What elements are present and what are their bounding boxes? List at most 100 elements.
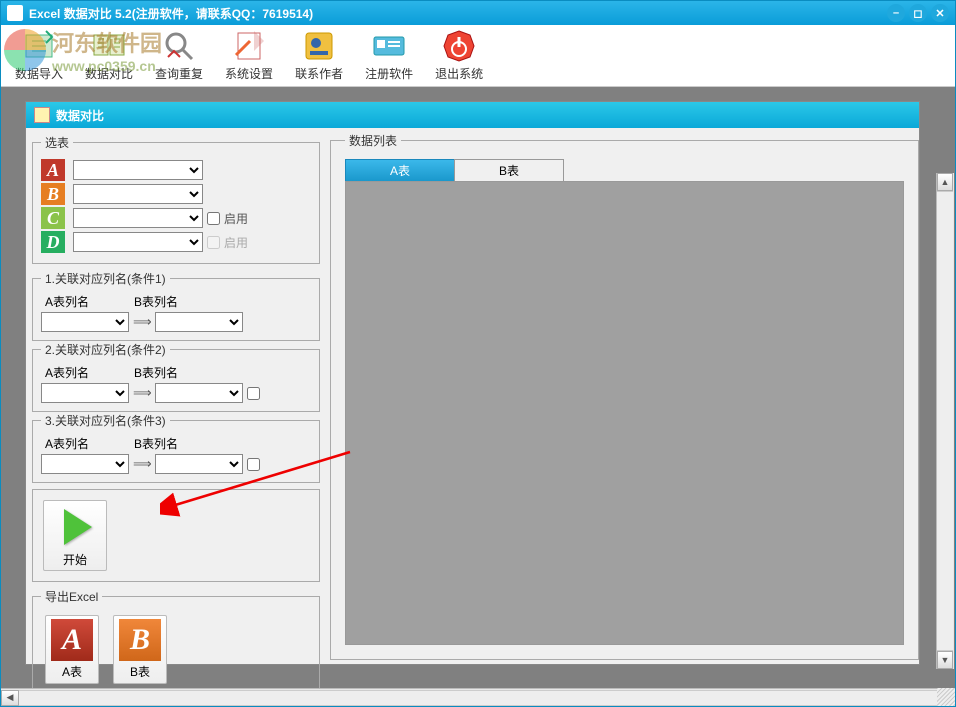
toolbar-label: 数据导入 bbox=[15, 65, 63, 82]
window-title: Excel 数据对比 5.2(注册软件，请联系QQ：7619514) bbox=[29, 5, 313, 22]
cond2-enable-checkbox[interactable] bbox=[247, 387, 260, 400]
b-col-label: B表列名 bbox=[134, 435, 178, 452]
right-panel: 数据列表 A表 B表 bbox=[326, 128, 919, 664]
table-b-select[interactable] bbox=[73, 184, 203, 204]
cond3-a-select[interactable] bbox=[41, 454, 129, 474]
table-row-a: A bbox=[41, 159, 311, 181]
maximize-button[interactable]: ◻ bbox=[909, 4, 927, 22]
toolbar-label: 联系作者 bbox=[295, 65, 343, 82]
enable-label: 启用 bbox=[224, 234, 248, 251]
horizontal-scrollbar[interactable]: ◀ ▶ bbox=[1, 688, 955, 706]
app-icon bbox=[7, 5, 23, 21]
toolbar-compare[interactable]: 数据对比 bbox=[81, 27, 137, 84]
table-row-b: B bbox=[41, 183, 311, 205]
a-col-label: A表列名 bbox=[45, 364, 89, 381]
letter-a-icon: A bbox=[41, 159, 65, 181]
cond1-b-select[interactable] bbox=[155, 312, 243, 332]
mdi-area: 数据对比 选表 ABC启用D启用 1.关联对应列名(条件1)A表列名B表列名⟹2… bbox=[1, 87, 955, 688]
condition-legend: 2.关联对应列名(条件2) bbox=[41, 341, 170, 358]
start-panel: 开始 bbox=[32, 489, 320, 582]
cond3-enable-checkbox[interactable] bbox=[247, 458, 260, 471]
titlebar: Excel 数据对比 5.2(注册软件，请联系QQ：7619514) – ◻ ✕ bbox=[1, 1, 955, 25]
contact-icon bbox=[302, 29, 336, 63]
letter-a-icon: A bbox=[51, 619, 93, 661]
cond1-a-select[interactable] bbox=[41, 312, 129, 332]
toolbar-settings[interactable]: 系统设置 bbox=[221, 27, 277, 84]
toolbar-register[interactable]: 注册软件 bbox=[361, 27, 417, 84]
condition-legend: 1.关联对应列名(条件1) bbox=[41, 270, 170, 287]
b-col-label: B表列名 bbox=[134, 364, 178, 381]
table-d-select[interactable] bbox=[73, 232, 203, 252]
table-c-select[interactable] bbox=[73, 208, 203, 228]
toolbar-label: 查询重复 bbox=[155, 65, 203, 82]
scroll-up-button[interactable]: ▲ bbox=[937, 173, 953, 191]
a-col-label: A表列名 bbox=[45, 293, 89, 310]
enable-d-checkbox[interactable] bbox=[207, 236, 220, 249]
scroll-track[interactable] bbox=[937, 191, 953, 651]
start-label: 开始 bbox=[63, 551, 87, 568]
data-list-group: 数据列表 A表 B表 bbox=[330, 132, 919, 660]
condition-1-group: 1.关联对应列名(条件1) A表列名 B表列名 ⟹ bbox=[32, 270, 320, 341]
letter-b-icon: B bbox=[119, 619, 161, 661]
arrow-icon: ⟹ bbox=[133, 385, 151, 401]
select-tables-group: 选表 ABC启用D 启用 bbox=[32, 134, 320, 264]
export-group: 导出Excel A A表 B B表 bbox=[32, 588, 320, 688]
scroll-down-button[interactable]: ▼ bbox=[937, 651, 953, 669]
resize-grip[interactable] bbox=[937, 688, 955, 706]
vertical-scrollbar[interactable]: ▲ ▼ bbox=[936, 173, 954, 669]
settings-icon bbox=[232, 29, 266, 63]
toolbar-label: 退出系统 bbox=[435, 65, 483, 82]
play-icon bbox=[64, 509, 92, 545]
scroll-left-button[interactable]: ◀ bbox=[1, 690, 19, 706]
export-a-label: A表 bbox=[62, 663, 82, 680]
condition-legend: 3.关联对应列名(条件3) bbox=[41, 412, 170, 429]
select-tables-legend: 选表 bbox=[41, 134, 73, 151]
export-legend: 导出Excel bbox=[41, 588, 102, 605]
inner-window-icon bbox=[34, 107, 50, 123]
exit-icon bbox=[442, 29, 476, 63]
condition-2-group: 2.关联对应列名(条件2) A表列名 B表列名 ⟹ bbox=[32, 341, 320, 412]
close-button[interactable]: ✕ bbox=[931, 4, 949, 22]
data-list-legend: 数据列表 bbox=[345, 132, 401, 149]
cond2-b-select[interactable] bbox=[155, 383, 243, 403]
table-a-select[interactable] bbox=[73, 160, 203, 180]
inner-window: 数据对比 选表 ABC启用D启用 1.关联对应列名(条件1)A表列名B表列名⟹2… bbox=[25, 101, 920, 665]
letter-d-icon: D bbox=[41, 231, 65, 253]
b-col-label: B表列名 bbox=[134, 293, 178, 310]
a-col-label: A表列名 bbox=[45, 435, 89, 452]
inner-titlebar: 数据对比 bbox=[26, 102, 919, 128]
toolbar-label: 数据对比 bbox=[85, 65, 133, 82]
tab-b[interactable]: B表 bbox=[454, 159, 564, 181]
cond3-b-select[interactable] bbox=[155, 454, 243, 474]
table-row-d: D 启用 bbox=[41, 231, 311, 253]
toolbar-exit[interactable]: 退出系统 bbox=[431, 27, 487, 84]
inner-window-title: 数据对比 bbox=[56, 107, 104, 124]
scroll-track[interactable] bbox=[19, 690, 937, 706]
table-row-c: C启用 bbox=[41, 207, 311, 229]
tab-a[interactable]: A表 bbox=[345, 159, 455, 181]
arrow-icon: ⟹ bbox=[133, 314, 151, 330]
toolbar: 数据导入 数据对比 查询重复 系统设置 联系作者 bbox=[1, 25, 955, 87]
data-grid[interactable] bbox=[345, 181, 904, 645]
letter-b-icon: B bbox=[41, 183, 65, 205]
toolbar-label: 注册软件 bbox=[365, 65, 413, 82]
toolbar-contact[interactable]: 联系作者 bbox=[291, 27, 347, 84]
minimize-button[interactable]: – bbox=[887, 4, 905, 22]
import-icon bbox=[22, 29, 56, 63]
enable-label: 启用 bbox=[224, 210, 248, 227]
tabs: A表 B表 bbox=[345, 159, 910, 181]
toolbar-import[interactable]: 数据导入 bbox=[11, 27, 67, 84]
arrow-icon: ⟹ bbox=[133, 456, 151, 472]
export-b-label: B表 bbox=[130, 663, 150, 680]
start-button[interactable]: 开始 bbox=[43, 500, 107, 571]
enable-c-checkbox[interactable] bbox=[207, 212, 220, 225]
export-b-button[interactable]: B B表 bbox=[113, 615, 167, 684]
app-window: Excel 数据对比 5.2(注册软件，请联系QQ：7619514) – ◻ ✕… bbox=[0, 0, 956, 707]
compare-icon bbox=[92, 29, 126, 63]
toolbar-duplicate[interactable]: 查询重复 bbox=[151, 27, 207, 84]
left-panel: 选表 ABC启用D启用 1.关联对应列名(条件1)A表列名B表列名⟹2.关联对应… bbox=[26, 128, 326, 664]
cond2-a-select[interactable] bbox=[41, 383, 129, 403]
register-icon bbox=[372, 29, 406, 63]
export-a-button[interactable]: A A表 bbox=[45, 615, 99, 684]
condition-3-group: 3.关联对应列名(条件3) A表列名 B表列名 ⟹ bbox=[32, 412, 320, 483]
